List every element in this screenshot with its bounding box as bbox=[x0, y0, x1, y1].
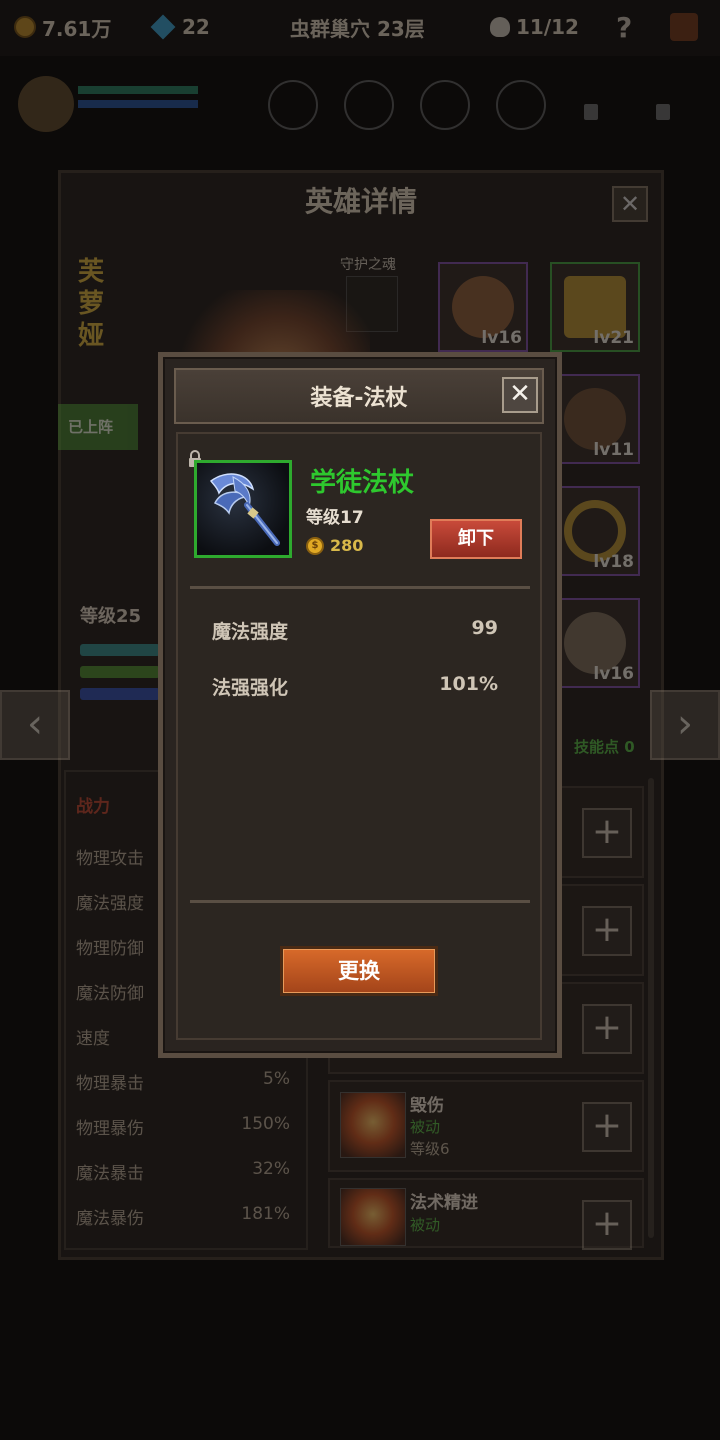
equipment-slot-ring[interactable]: lv18 bbox=[550, 486, 640, 576]
party-slot[interactable] bbox=[420, 80, 470, 130]
hero-xp-bar bbox=[80, 666, 160, 678]
party-avatar[interactable] bbox=[18, 76, 74, 132]
next-hero-button[interactable]: › bbox=[650, 690, 720, 760]
attribute-name: 魔法强度 bbox=[212, 621, 289, 643]
replace-button[interactable]: 更换 bbox=[280, 946, 438, 996]
skills-scrollbar[interactable] bbox=[648, 778, 654, 1238]
divider bbox=[190, 900, 530, 903]
attribute-name: 法强强化 bbox=[212, 677, 289, 699]
item-level: 等级17 bbox=[306, 508, 364, 528]
staff-icon bbox=[209, 473, 280, 546]
party-slot[interactable] bbox=[268, 80, 318, 130]
item-price-value: 280 bbox=[330, 536, 364, 555]
hero-name: 芙萝娅 bbox=[78, 257, 105, 351]
hero-level: 等级25 bbox=[80, 606, 142, 627]
hero-mp-bar bbox=[80, 688, 160, 700]
previous-hero-button[interactable]: ‹ bbox=[0, 690, 70, 760]
skill-upgrade-button[interactable]: + bbox=[582, 906, 632, 956]
party-slot[interactable] bbox=[344, 80, 394, 130]
gold-value: 7.61万 bbox=[42, 16, 112, 41]
attribute-value: 99 bbox=[471, 617, 498, 639]
hero-detail-close-button[interactable]: ✕ bbox=[612, 186, 648, 222]
equipment-slot-helmet[interactable]: lv16 bbox=[438, 262, 528, 352]
gem-value: 22 bbox=[182, 15, 210, 39]
gold-counter: 7.61万 bbox=[14, 12, 111, 42]
guardian-soul-label: 守护之魂 bbox=[340, 257, 396, 273]
coin-icon: $ bbox=[306, 536, 324, 555]
skull-counter: 11/12 bbox=[490, 12, 579, 42]
skill-name: 法术精进 bbox=[410, 1193, 478, 1213]
skill-name: 毁伤 bbox=[410, 1096, 444, 1116]
skill-upgrade-button[interactable]: + bbox=[582, 1004, 632, 1054]
skull-icon bbox=[490, 17, 510, 37]
equipment-slot-belt[interactable]: lv11 bbox=[550, 374, 640, 464]
deployed-badge: 已上阵 bbox=[58, 404, 138, 450]
party-slot[interactable] bbox=[496, 80, 546, 130]
unequip-button[interactable]: 卸下 bbox=[430, 519, 522, 559]
item-name: 学徒法杖 bbox=[310, 468, 415, 498]
equipment-slot-shield[interactable]: lv16 bbox=[550, 598, 640, 688]
skill-upgrade-button[interactable]: + bbox=[582, 1102, 632, 1152]
item-price: $ 280 bbox=[306, 536, 363, 555]
party-hp-bar bbox=[78, 86, 198, 94]
skill-upgrade-button[interactable]: + bbox=[582, 1200, 632, 1250]
modal-title: 装备-法杖 bbox=[310, 386, 408, 411]
attribute-value: 101% bbox=[439, 673, 498, 695]
stat-row: 物理暴伤 150% bbox=[76, 1114, 290, 1139]
skill-type: 被动 bbox=[410, 1216, 441, 1234]
lock-icon bbox=[656, 104, 670, 120]
stats-title: 战力 bbox=[76, 797, 110, 817]
skill-level: 等级6 bbox=[410, 1140, 450, 1158]
hero-detail-title: 英雄详情 bbox=[304, 185, 417, 218]
lock-icon bbox=[584, 104, 598, 120]
stat-row: 魔法暴伤 181% bbox=[76, 1204, 290, 1229]
location-label: 虫群巢穴 23层 bbox=[290, 16, 425, 41]
skull-value: 11/12 bbox=[516, 15, 579, 39]
party-mp-bar bbox=[78, 100, 198, 108]
coin-icon bbox=[14, 16, 36, 38]
equipment-slot-amulet[interactable]: lv21 bbox=[550, 262, 640, 352]
help-icon[interactable]: ? bbox=[616, 11, 632, 44]
skill-upgrade-button[interactable]: + bbox=[582, 808, 632, 858]
gem-counter: 22 bbox=[150, 12, 210, 42]
skill-type: 被动 bbox=[410, 1118, 441, 1136]
divider bbox=[190, 586, 530, 589]
staff-item-frame[interactable] bbox=[194, 460, 292, 558]
gem-icon bbox=[150, 14, 176, 40]
hero-hp-bar bbox=[80, 644, 160, 656]
skill-destruction-icon bbox=[340, 1092, 406, 1158]
stat-row: 物理暴击 5% bbox=[76, 1069, 290, 1094]
modal-close-button[interactable]: ✕ bbox=[502, 377, 538, 413]
skill-points-label: 技能点 0 bbox=[574, 738, 635, 756]
spell-mastery-icon bbox=[340, 1188, 406, 1246]
stat-row: 魔法暴击 32% bbox=[76, 1159, 290, 1184]
settings-icon[interactable] bbox=[670, 12, 698, 42]
